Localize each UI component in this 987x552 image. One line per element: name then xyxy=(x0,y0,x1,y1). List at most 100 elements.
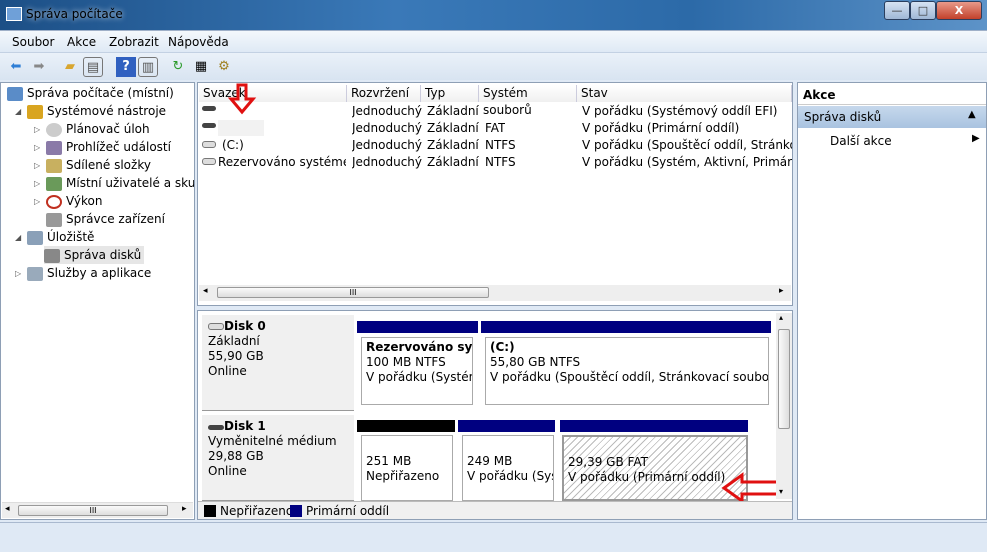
scroll-thumb[interactable]: III xyxy=(217,287,489,298)
show-tree-icon[interactable]: ▤ xyxy=(83,57,103,77)
collapse-up-icon[interactable]: ▲ xyxy=(968,109,976,120)
cell-type: Základní xyxy=(427,104,479,118)
tree-label: Plánovač úloh xyxy=(66,122,150,136)
refresh-icon[interactable]: ↻ xyxy=(168,57,188,77)
partition-bar-primary xyxy=(560,420,748,432)
partition-rezervovano[interactable]: Rezervováno systémem 100 MB NTFS V pořád… xyxy=(361,337,473,405)
partition-title: Rezervováno systémem xyxy=(366,340,473,354)
cell-type: Základní xyxy=(427,155,479,169)
disk-1-label[interactable]: Disk 1 Vyměnitelné médium 29,88 GB Onlin… xyxy=(202,415,354,501)
forward-icon[interactable]: ➡ xyxy=(29,57,49,77)
event-viewer-icon xyxy=(46,140,62,155)
partition-status: V pořádku (Spouštěcí oddíl, Stránkovací … xyxy=(490,370,769,384)
partition-status: V pořádku (Systémový oddíl EFI) xyxy=(467,469,553,483)
tree-root[interactable]: Správa počítače (místní) xyxy=(7,84,174,102)
tree-item-vykon[interactable]: Výkon xyxy=(46,192,102,210)
scroll-right-icon[interactable]: ▸ xyxy=(182,504,187,514)
expand-icon[interactable]: ▷ xyxy=(34,125,40,134)
scroll-down-icon[interactable]: ▾ xyxy=(779,487,783,496)
tree-item-sprava-disku[interactable]: Správa disků xyxy=(44,246,145,264)
disk-type: Základní xyxy=(208,334,260,348)
title-bar: Správa počítače — □ X xyxy=(0,0,987,30)
device-manager-icon xyxy=(46,212,62,227)
tree-item-systemove-nastroje[interactable]: Systémové nástroje xyxy=(27,102,166,120)
legend-label: Nepřiřazeno xyxy=(220,504,294,518)
column-header-typ[interactable]: Typ xyxy=(421,85,479,102)
volume-list: Svazek Rozvržení Typ Systém souborů Stav… xyxy=(197,82,793,306)
disk-0-label[interactable]: Disk 0 Základní 55,90 GB Online xyxy=(202,315,354,411)
tree-item-sluzby-aplikace[interactable]: Služby a aplikace xyxy=(27,264,151,282)
up-folder-icon[interactable]: ▰ xyxy=(60,57,80,77)
disk-type: Vyměnitelné médium xyxy=(208,434,337,448)
partition-efi[interactable]: 249 MB V pořádku (Systémový oddíl EFI) xyxy=(462,435,554,501)
list-horizontal-scrollbar[interactable]: ◂ III ▸ xyxy=(199,285,791,301)
tree-label: Výkon xyxy=(66,194,103,208)
partition-size: 249 MB xyxy=(467,454,513,468)
removable-drive-icon xyxy=(202,123,216,128)
expand-icon[interactable]: ▷ xyxy=(34,179,40,188)
action-dalsi-akce[interactable]: Další akce ▶ xyxy=(798,130,986,150)
hard-drive-icon xyxy=(208,323,224,330)
menu-napoveda[interactable]: Nápověda xyxy=(168,35,229,49)
expand-icon[interactable]: ▷ xyxy=(34,197,40,206)
partition-unallocated[interactable]: 251 MB Nepřiřazeno xyxy=(361,435,453,501)
cell-filesystem: NTFS xyxy=(485,155,516,169)
scroll-thumb[interactable] xyxy=(778,329,790,429)
tree-item-mistni-uzivatele[interactable]: Místní uživatelé a skupiny xyxy=(46,174,194,192)
column-header-rozvrzeni[interactable]: Rozvržení xyxy=(347,85,421,102)
scroll-left-icon[interactable]: ◂ xyxy=(5,504,10,514)
tree-item-planovac-uloh[interactable]: Plánovač úloh xyxy=(46,120,150,138)
column-header-stav[interactable]: Stav xyxy=(577,85,792,102)
shared-folder-icon xyxy=(46,158,62,173)
tree-item-prohlizec-udalosti[interactable]: Prohlížeč událostí xyxy=(46,138,171,156)
disk-graph-view: Disk 0 Základní 55,90 GB Online Rezervov… xyxy=(197,310,793,520)
scroll-left-icon[interactable]: ◂ xyxy=(203,286,208,296)
scroll-right-icon[interactable]: ▸ xyxy=(779,286,784,296)
menu-zobrazit[interactable]: Zobrazit xyxy=(109,35,159,49)
actions-section-sprava-disku[interactable]: Správa disků ▲ xyxy=(798,106,986,128)
cell-status: V pořádku (Primární oddíl) xyxy=(582,121,740,135)
computer-icon xyxy=(7,86,23,101)
menu-soubor[interactable]: Soubor xyxy=(12,35,54,49)
back-icon[interactable]: ⬅ xyxy=(6,57,26,77)
cell-volume: Rezervováno systémem xyxy=(218,155,346,169)
cell-layout: Jednoduchý xyxy=(352,104,423,118)
partition-c[interactable]: (C:) 55,80 GB NTFS V pořádku (Spouštěcí … xyxy=(485,337,769,405)
legend-swatch-unallocated xyxy=(204,505,216,517)
expand-icon[interactable]: ▷ xyxy=(15,269,21,278)
show-action-icon[interactable]: ▥ xyxy=(138,57,158,77)
partition-size: 251 MB xyxy=(366,454,412,468)
partition-size: 100 MB NTFS xyxy=(366,355,446,369)
close-button[interactable]: X xyxy=(936,1,982,20)
tree-label: Místní uživatelé a skupiny xyxy=(66,176,194,190)
collapse-icon[interactable]: ◢ xyxy=(15,107,21,116)
partition-bar-unallocated xyxy=(357,420,455,432)
hard-drive-icon xyxy=(202,158,216,165)
graph-vertical-scrollbar[interactable]: ▴ ▾ xyxy=(776,313,792,499)
tree-item-uloziste[interactable]: Úložiště xyxy=(27,228,94,246)
scroll-up-icon[interactable]: ▴ xyxy=(779,313,783,322)
maximize-button[interactable]: □ xyxy=(910,1,936,20)
tree-horizontal-scrollbar[interactable]: ◂ III ▸ xyxy=(2,502,193,518)
menu-akce[interactable]: Akce xyxy=(67,35,96,49)
cell-status: V pořádku (Systémový oddíl EFI) xyxy=(582,104,778,118)
scroll-thumb[interactable]: III xyxy=(18,505,168,516)
cell-filesystem: FAT xyxy=(485,121,506,135)
help-icon[interactable]: ? xyxy=(116,57,136,77)
column-header-system-souboru[interactable]: Systém souborů xyxy=(479,85,577,117)
cell-type: Základní xyxy=(427,138,479,152)
disk-status: Online xyxy=(208,364,247,378)
settings-icon[interactable]: ⚙ xyxy=(214,57,234,77)
expand-icon[interactable]: ▷ xyxy=(34,161,40,170)
expand-icon[interactable]: ▷ xyxy=(34,143,40,152)
cell-layout: Jednoduchý xyxy=(352,138,423,152)
minimize-button[interactable]: — xyxy=(884,1,910,20)
column-header-svazek[interactable]: Svazek xyxy=(199,85,347,102)
hard-drive-icon xyxy=(202,141,216,148)
tree-item-spravce-zarizeni[interactable]: Správce zařízení xyxy=(46,210,165,228)
properties-icon[interactable]: ▦ xyxy=(191,57,211,77)
collapse-icon[interactable]: ◢ xyxy=(15,233,21,242)
tree-item-sdilene-slozky[interactable]: Sdílené složky xyxy=(46,156,151,174)
navigation-tree: Správa počítače (místní) ◢ Systémové nás… xyxy=(0,82,195,520)
disk-status: Online xyxy=(208,464,247,478)
